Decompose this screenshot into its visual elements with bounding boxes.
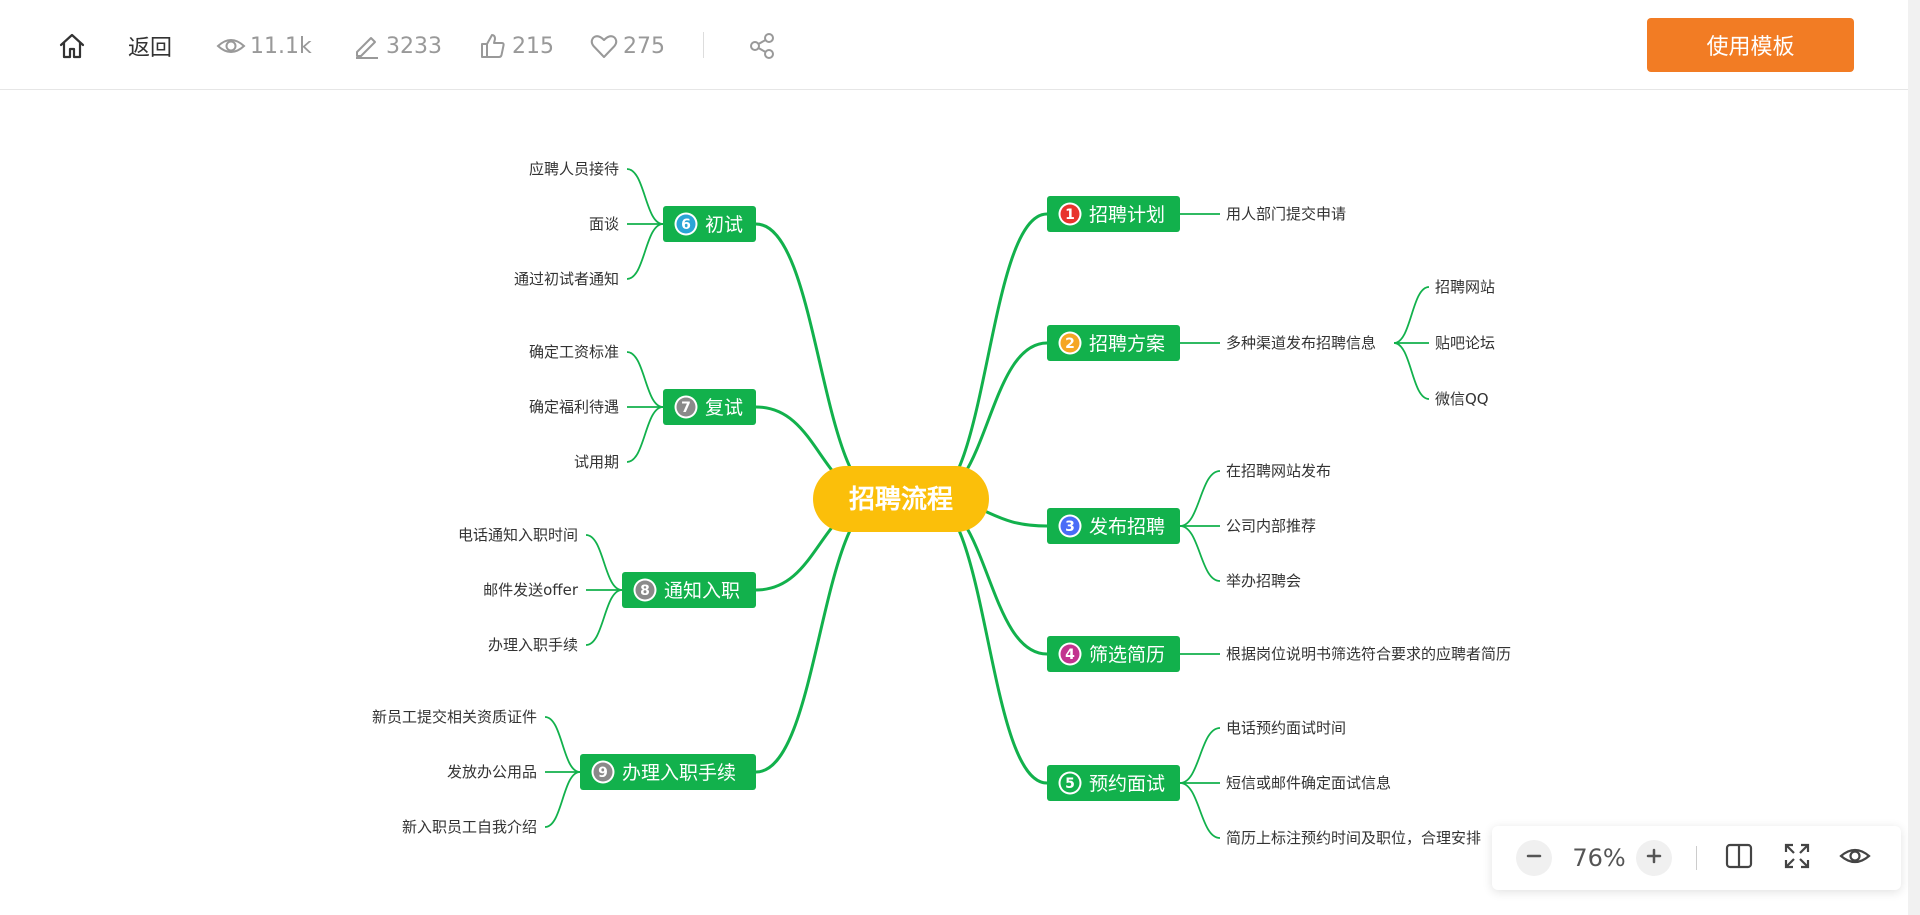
leaf-connector	[544, 771, 581, 828]
fullscreen-button[interactable]	[1779, 840, 1815, 876]
branch-number: 4	[1065, 647, 1075, 663]
leaf-connector	[585, 534, 623, 591]
branch-label: 初试	[705, 214, 743, 236]
leaf-label: 通过初试者通知	[514, 270, 619, 288]
leaf-connector	[626, 406, 664, 463]
leaf-label: 试用期	[574, 453, 619, 471]
zoom-divider	[1696, 846, 1697, 870]
branch-label: 招聘计划	[1089, 204, 1165, 226]
zoom-toolbar: 76%	[1492, 826, 1901, 890]
branch-number: 5	[1065, 776, 1075, 792]
subleaf-connector	[1393, 286, 1430, 344]
subleaf-label: 微信QQ	[1435, 390, 1489, 408]
branch-number: 7	[681, 400, 691, 416]
branch-number: 1	[1065, 207, 1075, 223]
leaf-label: 应聘人员接待	[529, 160, 619, 178]
branch-connector	[755, 222, 884, 501]
branch-connector	[928, 212, 1048, 501]
minus-icon	[1524, 846, 1544, 870]
eye-icon	[1839, 841, 1871, 875]
branch-connector	[755, 497, 884, 774]
leaf-label: 举办招聘会	[1226, 572, 1301, 590]
page-scrollbar[interactable]	[1908, 0, 1920, 915]
leaf-label: 在招聘网站发布	[1226, 462, 1331, 480]
subleaf-label: 贴吧论坛	[1435, 334, 1495, 352]
branch-label: 办理入职手续	[622, 762, 736, 784]
leaf-label: 电话预约面试时间	[1226, 719, 1346, 737]
branch-number: 9	[598, 765, 608, 781]
branch-label: 预约面试	[1089, 773, 1165, 795]
split-view-icon	[1724, 841, 1754, 875]
leaf-connector	[626, 223, 664, 280]
subleaf-connector	[1393, 342, 1430, 400]
zoom-level: 76%	[1572, 844, 1626, 872]
leaf-connector	[1179, 727, 1221, 784]
branch-label: 复试	[705, 397, 743, 419]
branch-number: 6	[681, 217, 691, 233]
branch-connector	[928, 497, 1048, 785]
leaf-label: 确定工资标准	[529, 343, 619, 361]
leaf-connector	[1179, 782, 1221, 839]
leaf-connector	[626, 168, 664, 225]
leaf-label: 邮件发送offer	[483, 581, 579, 599]
fullscreen-icon	[1782, 841, 1812, 875]
leaf-label: 发放办公用品	[447, 763, 537, 781]
branch-number: 3	[1065, 519, 1075, 535]
leaf-label: 办理入职手续	[488, 636, 578, 654]
leaf-connector	[585, 589, 623, 646]
leaf-label: 简历上标注预约时间及职位，合理安排	[1226, 829, 1481, 847]
leaf-label: 公司内部推荐	[1226, 517, 1316, 535]
branch-number: 2	[1065, 336, 1075, 352]
leaf-label: 根据岗位说明书筛选符合要求的应聘者简历	[1226, 645, 1511, 663]
leaf-connector	[626, 351, 664, 408]
plus-icon	[1644, 846, 1664, 870]
leaf-label: 新入职员工自我介绍	[402, 818, 537, 836]
branch-label: 筛选简历	[1089, 644, 1165, 666]
leaf-label: 新员工提交相关资质证件	[372, 708, 537, 726]
root-label: 招聘流程	[849, 485, 953, 515]
zoom-in-button[interactable]	[1636, 840, 1672, 876]
branch-number: 8	[640, 583, 650, 599]
leaf-label: 多种渠道发布招聘信息	[1226, 334, 1376, 352]
leaf-label: 短信或邮件确定面试信息	[1226, 774, 1391, 792]
leaf-label: 确定福利待遇	[529, 398, 619, 416]
mindmap-canvas: 1 招聘计划 用人部门提交申请 2 招聘方案 多种渠道发布招聘信息 招聘网站贴吧论坛微信QQ…	[372, 160, 1511, 847]
leaf-label: 用人部门提交申请	[1226, 205, 1346, 223]
split-view-button[interactable]	[1721, 840, 1757, 876]
leaf-connector	[1179, 470, 1221, 527]
preview-button[interactable]	[1837, 840, 1873, 876]
leaf-label: 电话通知入职时间	[458, 526, 578, 544]
subleaf-label: 招聘网站	[1435, 278, 1495, 296]
branch-label: 招聘方案	[1089, 333, 1165, 355]
zoom-out-button[interactable]	[1516, 840, 1552, 876]
branch-label: 发布招聘	[1089, 516, 1165, 538]
leaf-connector	[1179, 525, 1221, 582]
branch-label: 通知入职	[664, 580, 740, 602]
leaf-connector	[544, 716, 581, 773]
leaf-label: 面谈	[589, 215, 619, 233]
